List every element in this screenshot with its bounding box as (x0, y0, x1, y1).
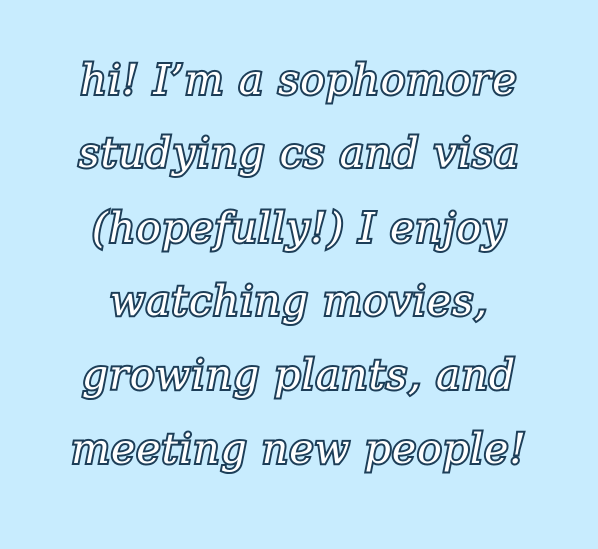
bio-line-2: studying cs and visa (76, 127, 520, 179)
bio-line-6: meeting new people! (69, 423, 528, 475)
bio-line-4: watching movies, (108, 275, 489, 327)
bio-line-5: growing plants, and (80, 349, 517, 401)
bio-card: hi! I’m a sophomore studying cs and visa… (0, 0, 598, 549)
bio-line-3: (hopefully!) I enjoy (90, 202, 508, 254)
bio-line-1: hi! I’m a sophomore (78, 54, 518, 106)
